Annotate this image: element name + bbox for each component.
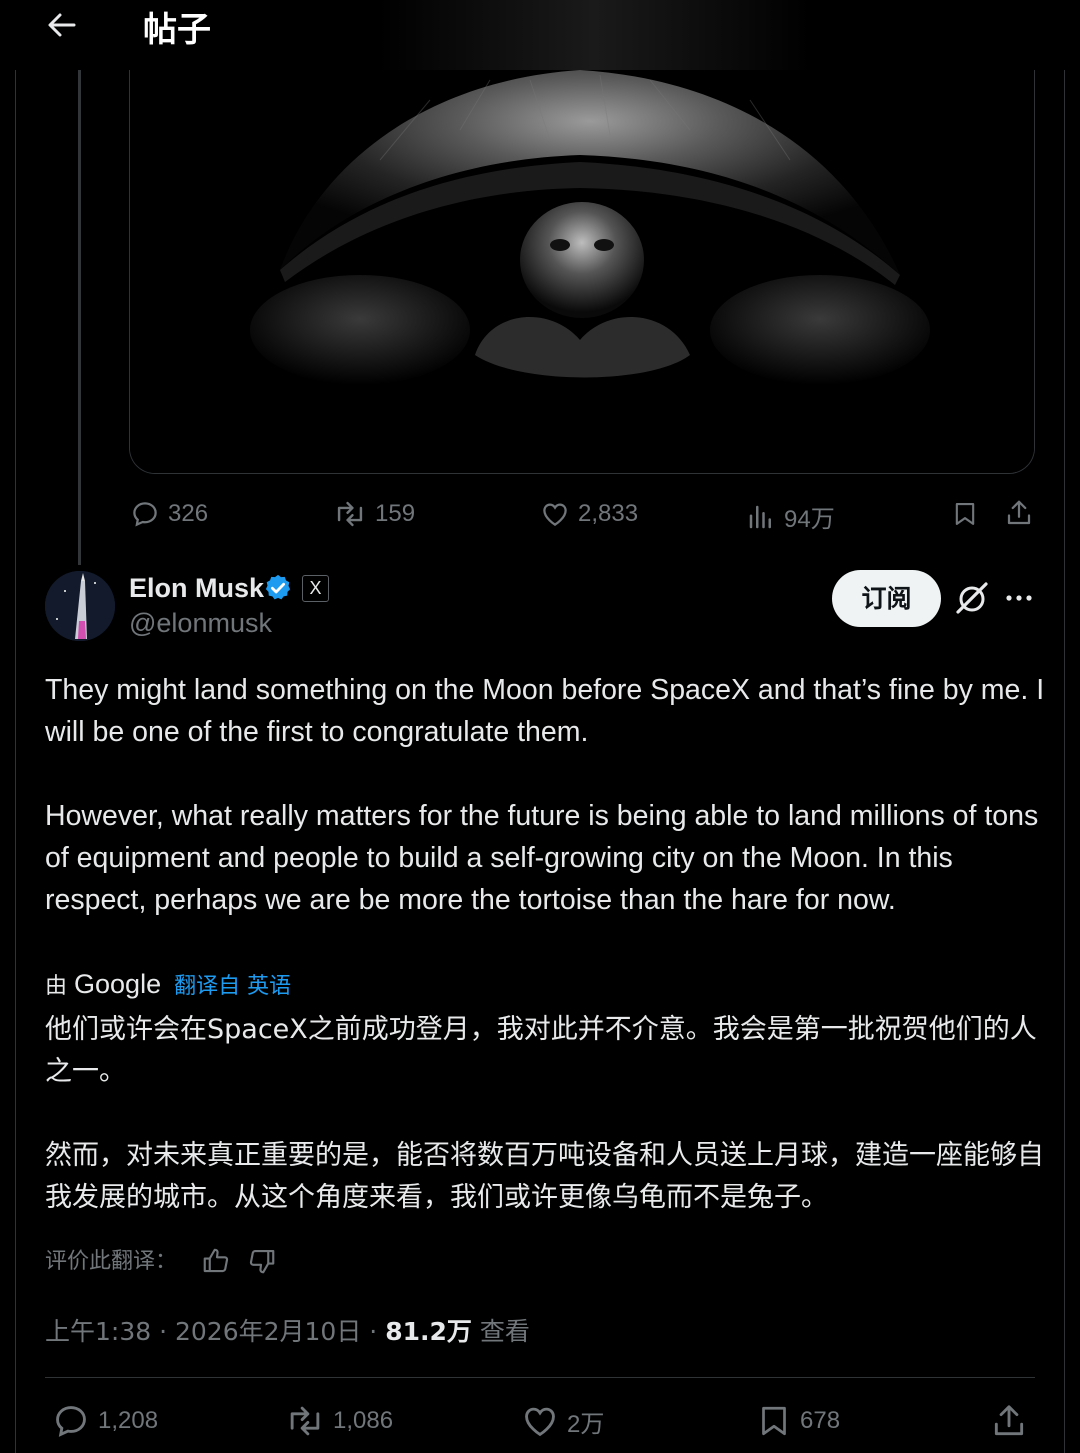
translation-provider: Google xyxy=(74,969,162,999)
parent-share-button[interactable] xyxy=(1004,498,1034,528)
author-name[interactable]: Elon Musk xyxy=(129,573,264,604)
views-icon xyxy=(749,505,771,528)
like-button[interactable]: 2万 xyxy=(521,1402,604,1440)
thumbs-up-icon xyxy=(203,1248,229,1273)
back-button[interactable] xyxy=(40,6,84,46)
translated-text-paragraph-1: 他们或许会在SpaceX之前成功登月，我对此并不介意。我会是第一批祝贺他们的人之… xyxy=(45,1014,1037,1087)
back-arrow-icon xyxy=(48,13,76,37)
post-time[interactable]: 上午1:38 xyxy=(45,1317,151,1346)
translation-attribution: 由 Google 翻译自 英语 xyxy=(45,968,291,1000)
grok-button[interactable] xyxy=(952,578,992,618)
parent-reply-count: 326 xyxy=(168,500,209,527)
parent-like-count: 2,833 xyxy=(578,500,639,527)
share-icon xyxy=(994,1405,1024,1436)
avatar-image xyxy=(45,571,115,641)
translated-text-paragraph-2: 然而，对未来真正重要的是，能否将数百万吨设备和人员送上月球，建造一座能够自我发展… xyxy=(45,1140,1044,1213)
parent-like-button[interactable]: 2,833 xyxy=(540,499,638,529)
repost-icon xyxy=(337,501,363,527)
bookmark-button[interactable]: 678 xyxy=(756,1402,840,1440)
affiliation-badge[interactable]: X xyxy=(302,575,329,602)
repost-icon xyxy=(290,1406,320,1436)
rate-translation-bad-button[interactable] xyxy=(247,1246,277,1276)
repost-button[interactable]: 1,086 xyxy=(285,1402,393,1440)
parent-views-button[interactable]: 94万 xyxy=(746,499,835,534)
rate-translation-good-button[interactable] xyxy=(201,1246,231,1276)
divider xyxy=(45,1377,1035,1378)
bookmark-count: 678 xyxy=(800,1407,841,1434)
verified-badge xyxy=(263,573,293,608)
verified-icon xyxy=(265,574,291,600)
like-icon xyxy=(543,503,567,526)
parent-bookmark-button[interactable] xyxy=(951,499,979,529)
rate-translation-label: 评价此翻译： xyxy=(45,1249,178,1274)
reply-icon xyxy=(133,502,157,527)
reply-icon xyxy=(56,1406,86,1437)
thread-connector-line xyxy=(78,70,81,565)
tortoise-image xyxy=(130,40,1034,473)
post-metadata: 上午1:38 · 2026年2月10日 · 81.2万 查看 xyxy=(45,1312,530,1348)
translation-by: 由 xyxy=(45,974,68,999)
like-count: 2万 xyxy=(567,1410,605,1438)
post-date[interactable]: 2026年2月10日 xyxy=(175,1317,361,1346)
bookmark-icon xyxy=(955,503,975,525)
more-icon xyxy=(1006,595,1032,601)
top-bar: 帖子 xyxy=(0,0,1080,70)
grok-icon xyxy=(956,582,988,614)
bookmark-icon xyxy=(762,1406,786,1436)
repost-count: 1,086 xyxy=(333,1407,394,1434)
parent-repost-button[interactable]: 159 xyxy=(333,499,415,529)
share-button[interactable] xyxy=(990,1402,1028,1440)
page-title: 帖子 xyxy=(143,10,211,50)
views-label: 查看 xyxy=(479,1317,530,1346)
translated-from-link[interactable]: 翻译自 英语 xyxy=(174,974,291,999)
post-text-paragraph-2: However, what really matters for the fut… xyxy=(45,800,1039,916)
post-text-paragraph-1: They might land something on the Moon be… xyxy=(45,674,1045,748)
reply-count: 1,208 xyxy=(98,1407,159,1434)
author-handle[interactable]: @elonmusk xyxy=(129,608,272,639)
subscribe-button[interactable]: 订阅 xyxy=(832,570,941,627)
reply-button[interactable]: 1,208 xyxy=(52,1402,158,1440)
like-icon xyxy=(525,1407,555,1437)
views-count: 81.2万 xyxy=(385,1317,472,1346)
thumbs-down-icon xyxy=(249,1249,275,1274)
parent-repost-count: 159 xyxy=(375,500,416,527)
parent-views-count: 94万 xyxy=(784,506,835,533)
meta-separator-2: · xyxy=(369,1317,378,1346)
avatar[interactable] xyxy=(45,571,115,641)
more-options-button[interactable] xyxy=(1001,582,1037,614)
post-media-image[interactable] xyxy=(129,40,1035,474)
share-icon xyxy=(1007,500,1031,525)
parent-reply-button[interactable]: 326 xyxy=(130,499,208,529)
meta-separator: · xyxy=(159,1317,168,1346)
